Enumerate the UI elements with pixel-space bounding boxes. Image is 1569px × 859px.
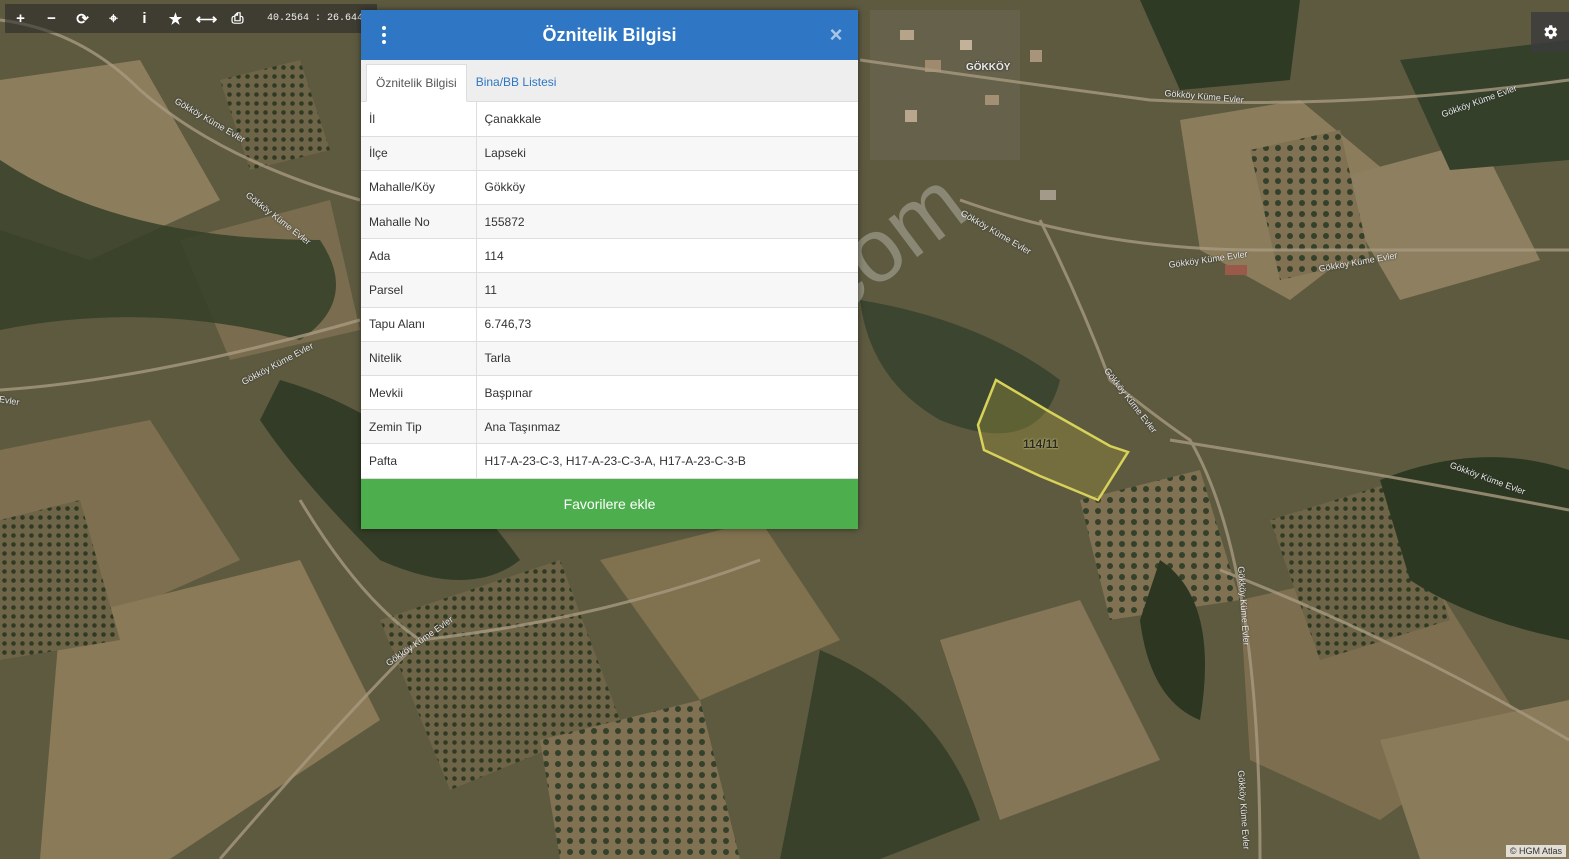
attribute-value: 114 [476,238,858,274]
map-attribution: © HGM Atlas [1505,845,1566,857]
village-label: GÖKKÖY [966,62,1011,73]
attribute-value: Ana Taşınmaz [476,409,858,445]
dialog-title: Öznitelik Bilgisi [542,25,677,45]
crosshair-icon: ⌖ [109,10,118,27]
attribute-value: Başpınar [476,375,858,411]
dialog-menu-button[interactable] [361,10,407,60]
attribute-key: Mahalle/Köy [361,170,477,206]
table-row: İlçe Lapseki [361,136,858,171]
attribute-table: İl Çanakkale İlçe Lapseki Mahalle/Köy Gökkö… [361,102,858,479]
attribute-value: 6.746,73 [476,307,858,342]
measure-button[interactable]: ⟷ [191,4,222,33]
coordinate-readout: 40.2564 : 26.6442 [267,13,370,24]
zoom-in-button[interactable]: + [5,4,36,33]
tab-attribute-info[interactable]: Öznitelik Bilgisi [366,64,467,102]
attribute-key: İl [361,102,477,137]
map-toolbar: + − ⟳ ⌖ i ★ ⟷ ⎙ 40.2564 : 26.6442 [5,4,378,33]
zoom-out-button[interactable]: − [36,4,67,33]
table-row: Tapu Alanı 6.746,73 [361,307,858,342]
table-row: Ada 114 [361,238,858,274]
table-row: Parsel 11 [361,272,858,308]
table-row: Mahalle/Köy Gökköy [361,170,858,206]
attribute-value: Tarla [476,341,858,377]
attribute-value: 155872 [476,204,858,240]
table-row: Mevkii Başpınar [361,375,858,411]
dialog-header[interactable]: Öznitelik Bilgisi × [361,10,858,60]
attribute-value: Gökköy [476,170,858,206]
arrows-horizontal-icon: ⟷ [195,10,218,28]
print-button[interactable]: ⎙ [222,4,253,33]
star-icon: ★ [168,10,183,28]
dialog-tabs: Öznitelik Bilgisi Bina/BB Listesi [361,60,858,102]
table-row: Pafta H17-A-23-C-3, H17-A-23-C-3-A, H17-A… [361,443,858,479]
table-row: İl Çanakkale [361,102,858,137]
attribute-key: Pafta [361,443,477,479]
kebab-menu-icon [382,26,386,30]
attribute-value: Çanakkale [476,102,858,137]
attribute-key: Mahalle No [361,204,477,240]
print-icon: ⎙ [231,10,244,27]
attribute-key: İlçe [361,136,477,171]
refresh-icon: ⟳ [76,10,89,28]
plus-icon: + [16,10,25,27]
settings-button[interactable] [1531,12,1569,52]
attribute-value: H17-A-23-C-3, H17-A-23-C-3-A, H17-A-23-C… [476,443,858,479]
info-button[interactable]: i [129,4,160,33]
attribute-value: 11 [476,272,858,308]
attribute-key: Tapu Alanı [361,307,477,342]
attribute-value: Lapseki [476,136,858,171]
attribute-dialog: Öznitelik Bilgisi × Öznitelik Bilgisi Bi… [361,10,858,529]
attribute-key: Ada [361,238,477,274]
minus-icon: − [47,10,56,27]
attribute-key: Nitelik [361,341,477,377]
attribute-key: Mevkii [361,375,477,411]
attribute-key: Zemin Tip [361,409,477,445]
parcel-label[interactable]: 114/11 [1023,437,1058,451]
tab-building-list[interactable]: Bina/BB Listesi [467,63,566,101]
add-to-favorites-button[interactable]: Favorilere ekle [361,478,858,529]
gear-icon [1544,25,1558,39]
table-row: Zemin Tip Ana Taşınmaz [361,409,858,445]
table-row: Nitelik Tarla [361,341,858,377]
info-icon: i [142,10,147,27]
locate-button[interactable]: ⌖ [98,4,129,33]
refresh-button[interactable]: ⟳ [67,4,98,33]
favorite-button[interactable]: ★ [160,4,191,33]
attribute-key: Parsel [361,272,477,308]
table-row: Mahalle No 155872 [361,204,858,240]
close-button[interactable]: × [826,23,846,47]
